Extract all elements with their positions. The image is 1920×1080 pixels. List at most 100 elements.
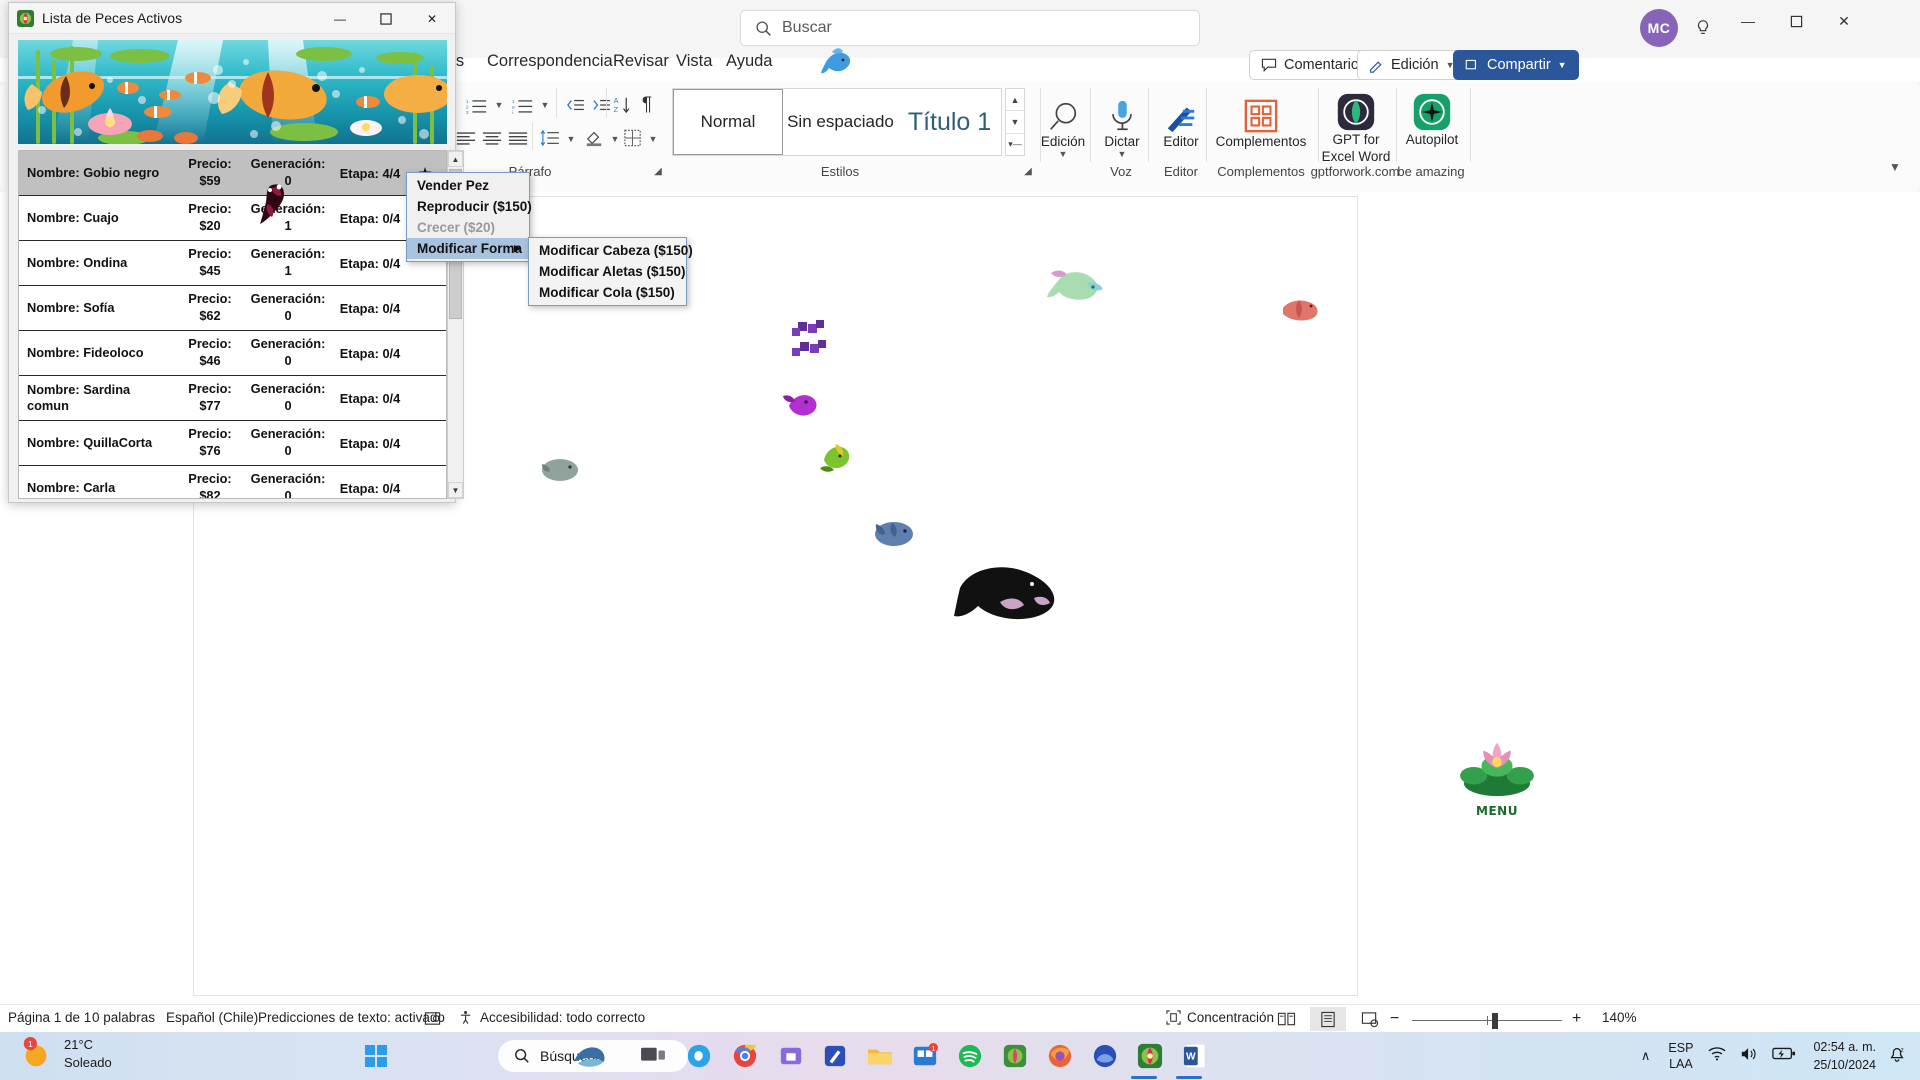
styles-scroll-down-icon[interactable]: ▼: [1006, 111, 1024, 133]
styles-scroll-up-icon[interactable]: ▲: [1006, 89, 1024, 111]
spotify-icon[interactable]: [951, 1037, 989, 1075]
table-row[interactable]: Nombre: Sardina comun Precio:$77 Generac…: [19, 376, 446, 421]
context-menu-item-reproducir[interactable]: Reproducir ($150): [407, 196, 529, 217]
zoom-out-button[interactable]: −: [1390, 1010, 1399, 1028]
volume-icon[interactable]: [1733, 1046, 1765, 1067]
modificar-forma-submenu[interactable]: Modificar Cabeza ($150) Modificar Aletas…: [528, 237, 687, 306]
bulleted-list-button[interactable]: 123: [462, 92, 492, 118]
styles-more-icon[interactable]: ▾—: [1006, 134, 1024, 155]
status-words[interactable]: 0 palabras: [92, 1010, 155, 1025]
show-formatting-marks-button[interactable]: ¶: [636, 92, 658, 118]
fish-red-right[interactable]: [1277, 294, 1323, 324]
copilot-icon[interactable]: [680, 1037, 718, 1075]
table-row[interactable]: Nombre: Cuajo Precio:$20 Generación:1 Et…: [19, 196, 446, 241]
status-page[interactable]: Página 1 de 1: [8, 1010, 91, 1025]
clock[interactable]: 02:54 a. m. 25/10/2024: [1803, 1038, 1886, 1074]
fish-blue-top[interactable]: [818, 44, 860, 84]
status-language[interactable]: Español (Chile): [166, 1010, 258, 1025]
web-layout-button[interactable]: [1352, 1007, 1388, 1031]
fish-magenta[interactable]: [779, 388, 823, 420]
numbered-list-button[interactable]: 1ai: [508, 92, 538, 118]
paragraph-dialog-launcher[interactable]: ◢: [650, 163, 666, 179]
context-menu-item-vender-pez[interactable]: Vender Pez: [407, 175, 529, 196]
status-accessibility[interactable]: Accesibilidad: todo correcto: [459, 1010, 645, 1025]
wifi-icon[interactable]: [1701, 1046, 1733, 1067]
line-spacing-chevron-icon[interactable]: ▼: [564, 130, 578, 148]
table-row[interactable]: Nombre: Carla Precio:$82 Generación:0 Et…: [19, 466, 446, 499]
table-row[interactable]: Nombre: QuillaCorta Precio:$76 Generació…: [19, 421, 446, 466]
chrome-icon[interactable]: [726, 1037, 764, 1075]
tab-vista[interactable]: Vista: [676, 52, 712, 71]
fish-window-maximize[interactable]: [363, 3, 409, 34]
microsoft-store-icon[interactable]: 1: [906, 1037, 944, 1075]
fish-window-titlebar[interactable]: Lista de Peces Activos — ✕: [9, 3, 455, 34]
zoom-in-button[interactable]: +: [1572, 1010, 1581, 1028]
align-center-button[interactable]: [478, 126, 506, 150]
fish-list[interactable]: Nombre: Gobio negro Precio:$59 Generació…: [18, 150, 447, 499]
minimize-button[interactable]: —: [1724, 0, 1772, 42]
battery-charging-icon[interactable]: [1765, 1046, 1803, 1066]
borders-chevron-icon[interactable]: ▼: [646, 130, 660, 148]
submenu-item-modificar-aletas[interactable]: Modificar Aletas ($150): [529, 261, 686, 282]
firefox-icon[interactable]: [1041, 1037, 1079, 1075]
fish-context-menu[interactable]: Vender Pez Reproducir ($150) Crecer ($20…: [406, 172, 530, 262]
table-row[interactable]: Nombre: Ondina Precio:$45 Generación:1 E…: [19, 241, 446, 286]
align-left-button[interactable]: [452, 126, 480, 150]
help-lightbulb-icon[interactable]: [1684, 10, 1722, 46]
read-mode-button[interactable]: [1268, 1007, 1304, 1031]
maximize-button[interactable]: [1772, 0, 1820, 42]
close-button[interactable]: ✕: [1820, 0, 1868, 42]
numbered-list-chevron-icon[interactable]: ▼: [538, 96, 552, 114]
bulleted-list-chevron-icon[interactable]: ▼: [492, 96, 506, 114]
editing-mode-button[interactable]: Edición ▼: [1357, 50, 1466, 80]
styles-gallery[interactable]: Normal Sin espaciado Título 1: [672, 88, 1002, 156]
app-green-icon[interactable]: [996, 1037, 1034, 1075]
tray-expand-chevron-icon[interactable]: ∧: [1631, 1048, 1661, 1064]
tab-ayuda[interactable]: Ayuda: [726, 52, 773, 71]
fish-window-close[interactable]: ✕: [409, 3, 455, 34]
status-focus[interactable]: Concentración: [1166, 1010, 1274, 1025]
windows-start-icon[interactable]: [357, 1037, 395, 1075]
fish-gray-oval[interactable]: [538, 452, 582, 488]
table-row[interactable]: Nombre: Sofía Precio:$62 Generación:0 Et…: [19, 286, 446, 331]
table-row[interactable]: Nombre: Gobio negro Precio:$59 Generació…: [19, 151, 446, 196]
autopilot-button[interactable]: Autopilot: [1396, 86, 1468, 147]
arc-icon[interactable]: [1086, 1037, 1124, 1075]
style-titulo-1[interactable]: Título 1: [898, 89, 1001, 155]
fish-pastel-green[interactable]: [1043, 263, 1107, 305]
fish-black-large[interactable]: [946, 558, 1066, 624]
decrease-indent-button[interactable]: [562, 92, 588, 118]
store-icon[interactable]: [772, 1037, 810, 1075]
fish-dark-red-drag[interactable]: [252, 176, 298, 226]
fish-window-minimize[interactable]: —: [317, 3, 363, 34]
weather-widget[interactable]: 1 21°C Soleado: [20, 1036, 112, 1071]
tab-revisar[interactable]: Revisar: [613, 52, 669, 71]
scroll-down-icon[interactable]: ▼: [448, 482, 463, 498]
justify-button[interactable]: [504, 126, 532, 150]
fish-list-window[interactable]: Lista de Peces Activos — ✕: [8, 2, 456, 503]
fish-purple-dots[interactable]: [786, 318, 836, 364]
fish-green-yellow[interactable]: [814, 438, 854, 478]
styles-gallery-scroll[interactable]: ▲ ▼ ▾—: [1005, 88, 1025, 156]
print-layout-button[interactable]: [1310, 1007, 1346, 1031]
taskview-icon[interactable]: [634, 1037, 672, 1075]
gpt-for-excel-word-button[interactable]: GPT for Excel Word: [1318, 86, 1394, 166]
style-sin-espaciado[interactable]: Sin espaciado: [783, 89, 898, 155]
submenu-item-modificar-cola[interactable]: Modificar Cola ($150): [529, 282, 686, 303]
zoom-level-label[interactable]: 140%: [1602, 1010, 1637, 1025]
language-indicator[interactable]: ESP LAA: [1660, 1040, 1701, 1073]
fish-slate-blue[interactable]: [870, 514, 918, 554]
complementos-button[interactable]: Complementos: [1205, 88, 1317, 149]
share-button[interactable]: Compartir ▼: [1453, 50, 1579, 80]
status-text-predictions[interactable]: Predicciones de texto: activado: [258, 1010, 445, 1025]
word-search-input[interactable]: Buscar: [740, 10, 1200, 46]
style-normal[interactable]: Normal: [673, 89, 783, 155]
styles-dialog-launcher[interactable]: ◢: [1020, 163, 1036, 179]
context-menu-item-modificar-forma[interactable]: Modificar Forma ▶: [407, 238, 529, 259]
ribbon-collapse-chevron-icon[interactable]: ▼: [1885, 158, 1905, 176]
sort-button[interactable]: AZ: [610, 92, 636, 118]
tab-correspondencia[interactable]: Correspondencia: [487, 52, 613, 71]
submenu-item-modificar-cabeza[interactable]: Modificar Cabeza ($150): [529, 240, 686, 261]
shading-button[interactable]: [580, 126, 608, 150]
editor-blue-icon[interactable]: [816, 1037, 854, 1075]
